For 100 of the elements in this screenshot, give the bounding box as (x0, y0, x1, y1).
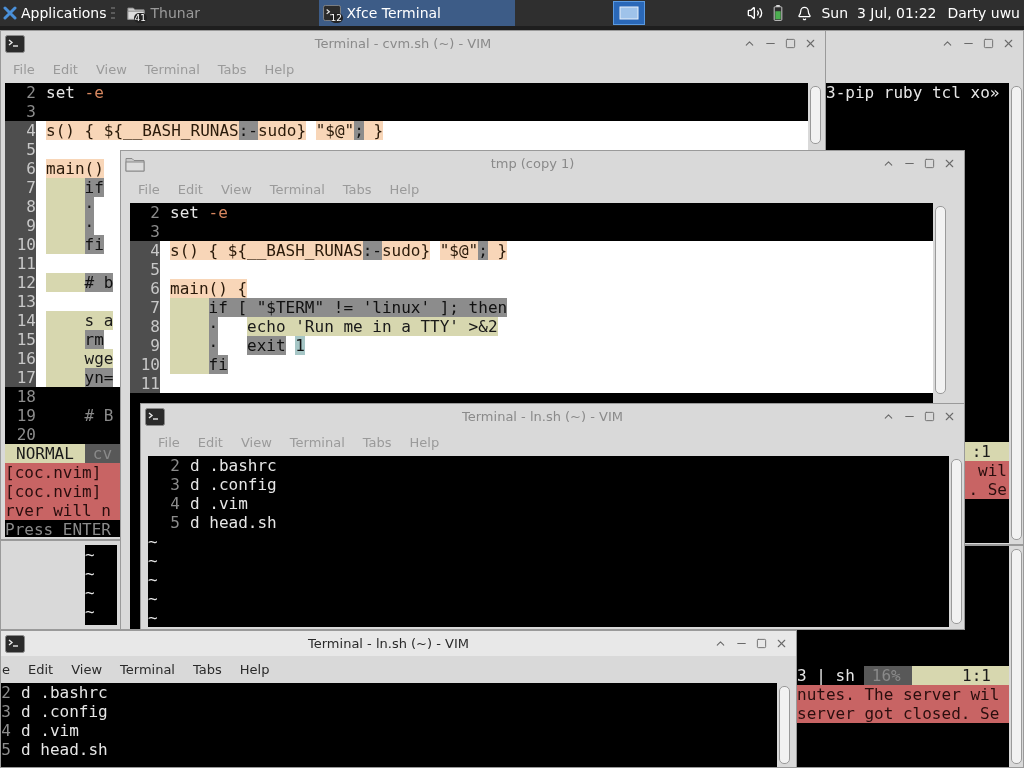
menu-item[interactable]: Terminal (144, 59, 200, 80)
menu-item[interactable]: e (2, 659, 10, 680)
menu-item[interactable]: File (138, 179, 160, 200)
scrollbar[interactable] (779, 686, 790, 764)
user-name[interactable]: Darty uwu (947, 2, 1024, 24)
line-number: 8 (5, 197, 36, 216)
maximize-button[interactable] (924, 411, 935, 422)
menu-item[interactable]: Help (389, 179, 420, 200)
code-text: 3-pip ruby tcl xo» (826, 83, 1000, 102)
indent-guide (46, 273, 85, 292)
code-text: · (84, 216, 95, 235)
menu-item[interactable]: Terminal (120, 659, 175, 680)
line-number: 2 (149, 203, 160, 222)
code-text: main() { (170, 279, 248, 298)
maximize-icon (785, 38, 796, 49)
maximize-icon (924, 158, 935, 169)
close-button[interactable] (943, 410, 956, 423)
menu-item[interactable]: Edit (197, 432, 223, 453)
line-number: 13 (5, 292, 36, 311)
task-button[interactable]: 12 Xfce Terminal (318, 0, 515, 26)
indent-guide (170, 355, 209, 374)
code-text: ~ (148, 608, 158, 627)
window-title: Terminal - ln.sh (~) - VIM (462, 407, 623, 426)
code-text: set (46, 83, 75, 102)
close-icon (775, 637, 788, 650)
line-number: 17 (5, 368, 36, 387)
applications-menu-button[interactable]: Applications (0, 2, 107, 24)
code-text: · (208, 317, 219, 336)
menu-item[interactable]: Tabs (193, 659, 222, 680)
menu-item[interactable]: Tabs (342, 179, 372, 200)
task-button[interactable]: 41 Thunar (122, 0, 319, 26)
menu-item[interactable]: Terminal (289, 432, 345, 453)
notification-bell-icon[interactable] (797, 5, 813, 21)
close-button[interactable] (804, 37, 817, 50)
maximize-button[interactable] (924, 158, 935, 169)
menu-item[interactable]: Help (409, 432, 440, 453)
separator-handle-icon (110, 7, 115, 19)
workspace-switcher[interactable] (612, 1, 645, 25)
line-number: 18 (15, 387, 36, 406)
code-text: exit (247, 336, 286, 355)
code-text: s() { ${__BASH_RUNAS (46, 121, 239, 140)
code-text: sudo} (381, 241, 431, 260)
menu-item[interactable]: View (240, 432, 272, 453)
menu-item[interactable]: Help (239, 659, 270, 680)
line-number: 5 (5, 140, 36, 159)
close-icon (1002, 37, 1015, 50)
maximize-button[interactable] (756, 638, 767, 649)
volume-icon[interactable] (747, 5, 764, 21)
line-number: 7 (130, 298, 160, 317)
menu-item[interactable]: File (13, 59, 35, 80)
line-number: 20 (15, 425, 36, 444)
maximize-button[interactable] (983, 38, 994, 49)
battery-icon[interactable] (773, 5, 784, 21)
indent-guide (46, 235, 85, 254)
code-text: · (84, 197, 95, 216)
scrollbar[interactable] (951, 459, 962, 624)
menu-item[interactable]: View (71, 659, 103, 680)
line-number: 4 (5, 121, 36, 140)
scrollbar[interactable] (810, 86, 821, 144)
code-text: if [ "$TERM" != 'linux' ]; then (208, 298, 508, 317)
code-text: ~ (148, 551, 158, 570)
code-text: ~ (148, 570, 158, 589)
line-number: 2 (1, 683, 11, 702)
menu-item[interactable]: Edit (28, 659, 54, 680)
line-number: 15 (5, 330, 36, 349)
code-text: "$@" (439, 241, 479, 260)
menu-item[interactable]: Tabs (217, 59, 247, 80)
menu-item[interactable]: View (220, 179, 252, 200)
clock-text[interactable]: Sun 3 Jul, 01:22 (821, 2, 937, 24)
line-number: 9 (5, 216, 36, 235)
code-text: -e (208, 203, 228, 222)
window-title: tmp (copy 1) (490, 154, 575, 173)
close-icon (943, 157, 956, 170)
line-number: 14 (5, 311, 36, 330)
scrollbar[interactable] (1011, 86, 1022, 540)
maximize-button[interactable] (785, 38, 796, 49)
code-text: # B (84, 406, 114, 425)
menu-item[interactable]: Tabs (362, 432, 392, 453)
scrollbar[interactable] (935, 206, 946, 394)
terminal-icon (5, 34, 25, 53)
menu-item[interactable]: Edit (177, 179, 203, 200)
close-button[interactable] (775, 637, 788, 650)
status-label: 3 | sh (797, 666, 855, 685)
menu-item[interactable]: File (158, 432, 180, 453)
close-button[interactable] (1002, 37, 1015, 50)
scrollbar[interactable] (1011, 549, 1022, 764)
menu-item[interactable]: Terminal (269, 179, 325, 200)
menu-item[interactable]: View (95, 59, 127, 80)
line-number: 7 (5, 178, 36, 197)
code-text: set (170, 203, 199, 222)
menu-item[interactable]: Help (264, 59, 295, 80)
count-badge: 41 (133, 13, 147, 23)
line-number: 6 (5, 159, 36, 178)
code-text: ; (478, 241, 488, 260)
line-number: 4 (1, 721, 11, 740)
menu-item[interactable]: Edit (52, 59, 78, 80)
indent-guide (46, 368, 85, 387)
line-number: 11 (130, 374, 160, 393)
close-button[interactable] (943, 157, 956, 170)
title-bar[interactable]: Terminal - ln.sh (~) - VIM (1, 631, 796, 656)
